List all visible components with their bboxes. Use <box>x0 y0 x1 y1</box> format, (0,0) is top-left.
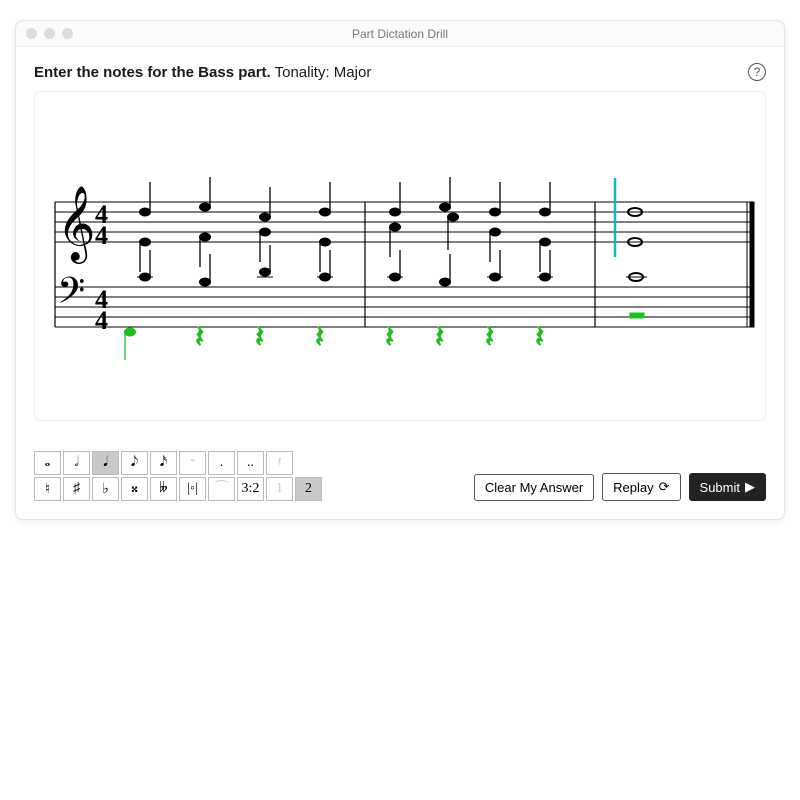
svg-text:𝄽: 𝄽 <box>195 321 204 354</box>
content-area: Enter the notes for the Bass part. Tonal… <box>16 47 784 519</box>
palette-enharmonic[interactable]: |◦| <box>179 477 206 501</box>
palette-voice2[interactable]: 2 <box>295 477 322 501</box>
music-score[interactable]: 𝄞 𝄢 4 4 4 4 <box>34 91 766 421</box>
palette-voice1: 1 <box>266 477 293 501</box>
score-svg: 𝄞 𝄢 4 4 4 4 <box>35 92 765 421</box>
palette-double-sharp[interactable]: 𝄪 <box>121 477 148 501</box>
titlebar: Part Dictation Drill <box>16 21 784 47</box>
palette-tie: ⁀ <box>208 477 235 501</box>
palette-dot[interactable]: . <box>208 451 235 475</box>
help-icon[interactable]: ? <box>748 63 766 81</box>
action-buttons: Clear My Answer Replay ⟳ Submit ▶ <box>474 473 766 501</box>
svg-text:𝄽: 𝄽 <box>255 321 264 354</box>
instruction-bold: Enter the notes for the Bass part. <box>34 64 271 81</box>
svg-text:𝄽: 𝄽 <box>485 321 494 354</box>
palette-half-rest: 𝄼 <box>179 451 206 475</box>
svg-text:𝄽: 𝄽 <box>315 321 324 354</box>
palette-eighth[interactable]: 𝅘𝅥𝅮 <box>121 451 148 475</box>
window-title: Part Dictation Drill <box>16 27 784 41</box>
palette-flat[interactable]: ♭ <box>92 477 119 501</box>
replay-button[interactable]: Replay ⟳ <box>602 473 680 501</box>
toolbar-row: 𝅝𝅗𝅥𝅘𝅥𝅘𝅥𝅮𝅘𝅥𝅯𝄼...𝄽 ♮♯♭𝄪𝄫|◦|⁀3:212 Clear My… <box>34 451 766 501</box>
instruction-row: Enter the notes for the Bass part. Tonal… <box>34 63 766 81</box>
palette-sharp[interactable]: ♯ <box>63 477 90 501</box>
palette-double-dot[interactable]: .. <box>237 451 264 475</box>
svg-text:4: 4 <box>95 221 108 250</box>
palette-rest-group: 𝄽 <box>266 451 293 475</box>
replay-label: Replay <box>613 480 653 495</box>
instruction-text: Enter the notes for the Bass part. Tonal… <box>34 64 371 81</box>
palette-tuplet[interactable]: 3:2 <box>237 477 264 501</box>
app-window: Part Dictation Drill Enter the notes for… <box>15 20 785 520</box>
palette-quarter[interactable]: 𝅘𝅥 <box>92 451 119 475</box>
svg-text:4: 4 <box>95 306 108 335</box>
palette-row-accidentals: ♮♯♭𝄪𝄫|◦|⁀3:212 <box>34 477 322 501</box>
instruction-tonality: Tonality: Major <box>271 64 372 81</box>
svg-text:𝄽: 𝄽 <box>385 321 394 354</box>
palette-double-flat[interactable]: 𝄫 <box>150 477 177 501</box>
palette-half[interactable]: 𝅗𝅥 <box>63 451 90 475</box>
note-palette: 𝅝𝅗𝅥𝅘𝅥𝅘𝅥𝅮𝅘𝅥𝅯𝄼...𝄽 ♮♯♭𝄪𝄫|◦|⁀3:212 <box>34 451 322 501</box>
svg-text:𝄽: 𝄽 <box>435 321 444 354</box>
submit-button[interactable]: Submit ▶ <box>689 473 766 501</box>
submit-label: Submit <box>700 480 740 495</box>
replay-icon: ⟳ <box>659 479 670 495</box>
play-icon: ▶ <box>745 479 755 495</box>
palette-whole[interactable]: 𝅝 <box>34 451 61 475</box>
svg-text:𝄞: 𝄞 <box>57 187 95 264</box>
svg-text:𝄽: 𝄽 <box>535 321 544 354</box>
palette-sixteenth[interactable]: 𝅘𝅥𝅯 <box>150 451 177 475</box>
palette-natural[interactable]: ♮ <box>34 477 61 501</box>
clear-answer-button[interactable]: Clear My Answer <box>474 474 594 501</box>
svg-text:𝄢: 𝄢 <box>57 271 85 320</box>
palette-row-durations: 𝅝𝅗𝅥𝅘𝅥𝅘𝅥𝅮𝅘𝅥𝅯𝄼...𝄽 <box>34 451 322 475</box>
